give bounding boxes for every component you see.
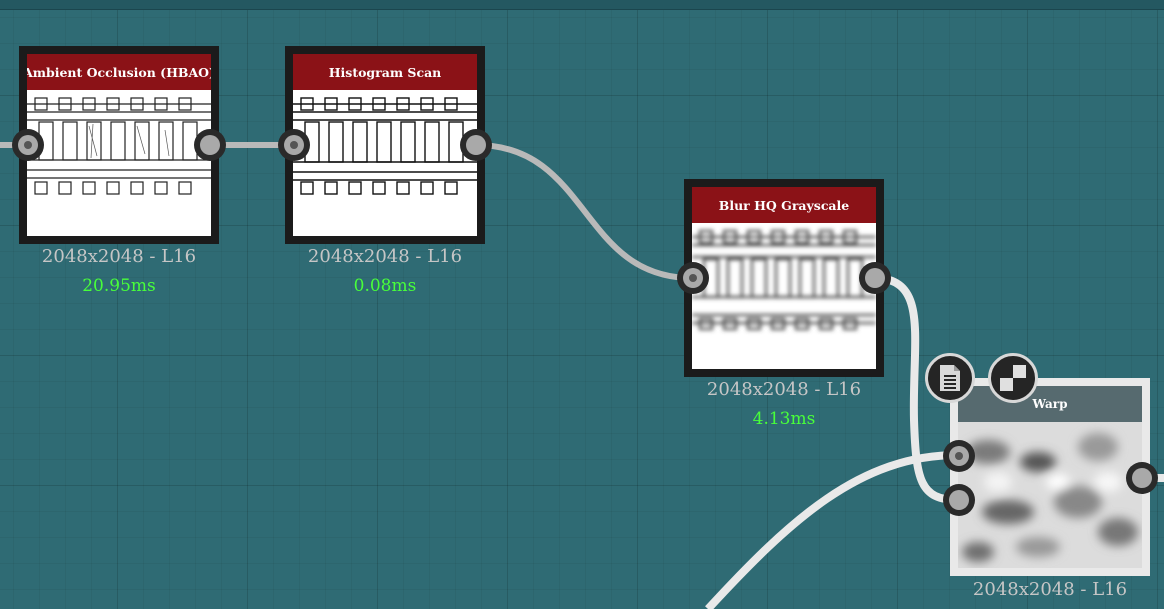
node-thumbnail xyxy=(27,90,211,236)
wire-histogram-blur[interactable] xyxy=(475,142,693,281)
input-port[interactable] xyxy=(943,484,975,516)
input-port[interactable] xyxy=(12,129,44,161)
node-histogram-scan[interactable]: Histogram Scan xyxy=(285,46,485,244)
checker-icon[interactable] xyxy=(988,353,1038,403)
node-resolution-label: 2048x2048 - L16 xyxy=(706,379,862,400)
node-ambient-occlusion[interactable]: Ambient Occlusion (HBAO) xyxy=(19,46,219,244)
output-port[interactable] xyxy=(194,129,226,161)
node-thumbnail xyxy=(958,422,1142,568)
node-time-label: 4.13ms xyxy=(752,409,816,429)
node-warp[interactable]: Warp xyxy=(950,378,1150,576)
node-title: Histogram Scan xyxy=(293,54,477,90)
document-icon[interactable] xyxy=(925,353,975,403)
node-resolution-label: 2048x2048 - L16 xyxy=(972,579,1128,600)
node-time-label: 0.08ms xyxy=(353,276,417,296)
node-title: Warp xyxy=(958,386,1142,422)
node-resolution-label: 2048x2048 - L16 xyxy=(307,246,463,267)
node-title: Blur HQ Grayscale xyxy=(692,187,876,223)
input-port[interactable] xyxy=(943,440,975,472)
output-port[interactable] xyxy=(460,129,492,161)
node-time-label: 20.95ms xyxy=(82,276,156,296)
node-resolution-label: 2048x2048 - L16 xyxy=(41,246,197,267)
output-port[interactable] xyxy=(1126,462,1158,494)
node-thumbnail xyxy=(293,90,477,236)
node-thumbnail xyxy=(692,223,876,369)
input-port[interactable] xyxy=(278,129,310,161)
node-title: Ambient Occlusion (HBAO) xyxy=(27,54,211,90)
output-port[interactable] xyxy=(859,262,891,294)
input-port[interactable] xyxy=(677,262,709,294)
node-blur-hq-grayscale[interactable]: Blur HQ Grayscale xyxy=(684,179,884,377)
